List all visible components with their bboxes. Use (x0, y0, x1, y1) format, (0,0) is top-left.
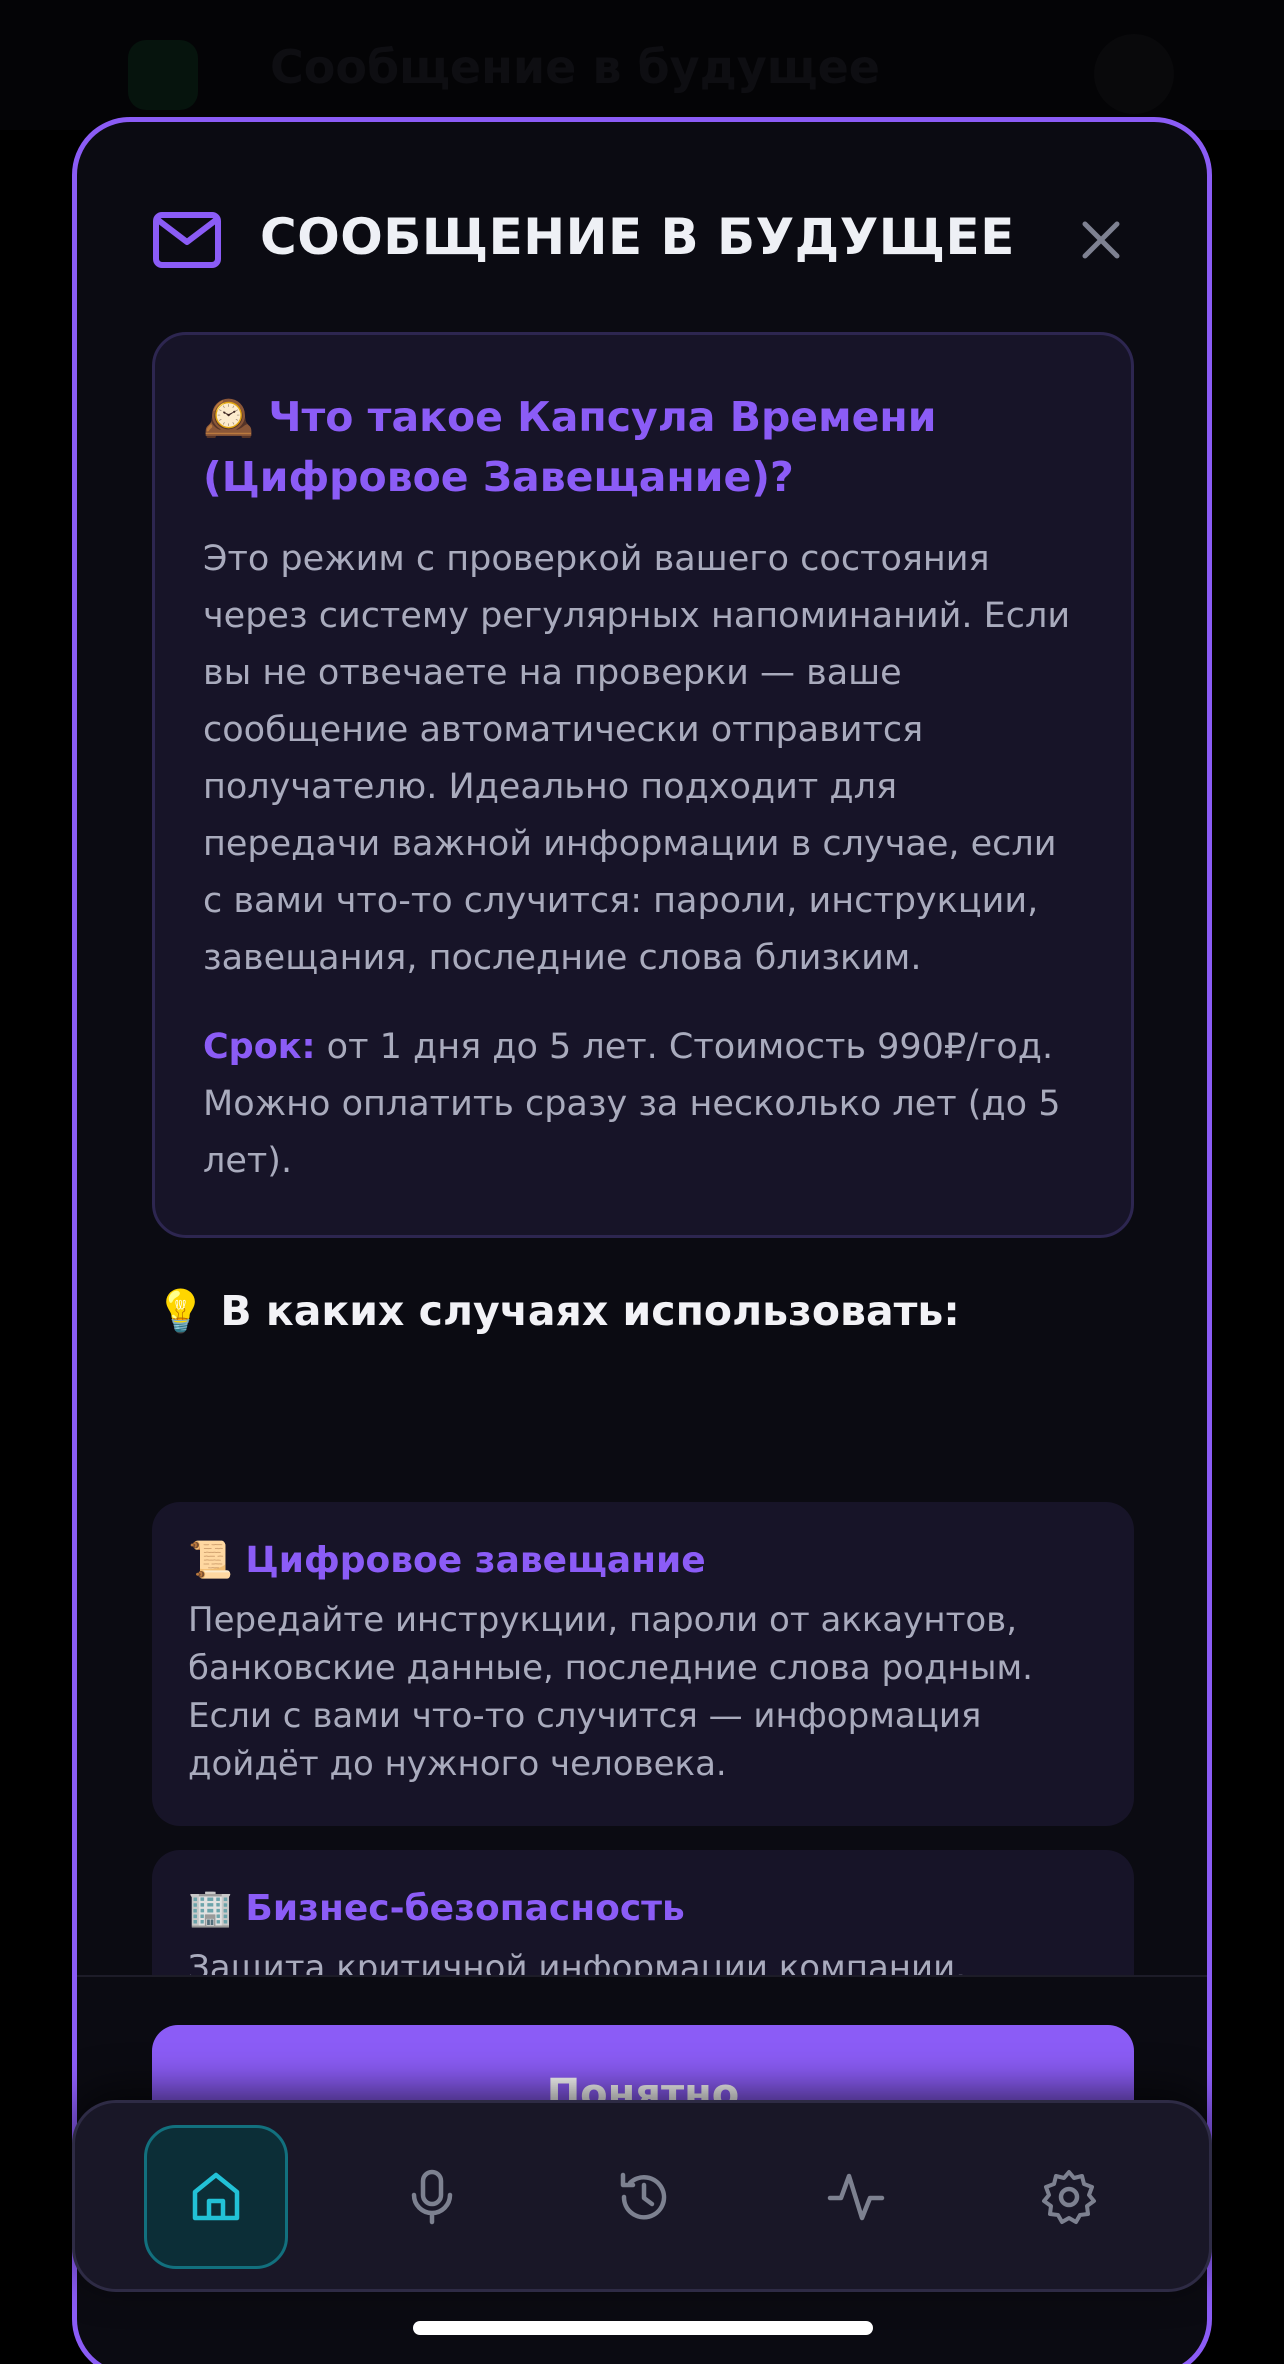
nav-home[interactable] (144, 2125, 288, 2269)
use-case-card: 🏢 Бизнес-безопасность Защита критичной и… (152, 1850, 1134, 1975)
activity-icon (827, 2173, 885, 2221)
modal-title: СООБЩЕНИЕ В БУДУЩЕЕ (260, 208, 1015, 266)
close-icon (1082, 221, 1120, 259)
info-card: 🕰️ Что такое Капсула Времени (Цифровое З… (152, 332, 1134, 1238)
microphone-icon (411, 2169, 453, 2225)
nav-voice[interactable] (360, 2125, 504, 2269)
bottom-navigation (72, 2100, 1212, 2292)
nav-activity[interactable] (784, 2125, 928, 2269)
avatar (1094, 34, 1174, 114)
scroll-icon: 📜 (188, 1540, 233, 1581)
use-case-title: 📜 Цифровое завещание (188, 1540, 706, 1581)
info-term: Срок: от 1 дня до 5 лет. Стоимость 990₽/… (203, 1019, 1083, 1190)
footer-divider (77, 1975, 1207, 1977)
office-building-icon: 🏢 (188, 1888, 233, 1929)
modal-header: СООБЩЕНИЕ В БУДУЩЕЕ (77, 122, 1207, 322)
term-text: от 1 дня до 5 лет. Стоимость 990₽/год. М… (203, 1027, 1061, 1181)
use-case-card: 📜 Цифровое завещание Передайте инструкци… (152, 1502, 1134, 1826)
info-title: 🕰️ Что такое Капсула Времени (Цифровое З… (203, 393, 937, 501)
future-message-modal: СООБЩЕНИЕ В БУДУЩЕЕ 🕰️ Что такое Капсула… (72, 117, 1212, 2364)
mail-icon (153, 212, 221, 268)
lightbulb-icon: 💡 (155, 1287, 207, 1335)
use-cases-heading: 💡 В каких случаях использовать: (155, 1287, 960, 1335)
info-description: Это режим с проверкой вашего состояния ч… (203, 539, 1071, 978)
settings-icon (1042, 2170, 1096, 2224)
modal-scroll-content[interactable]: 🕰️ Что такое Капсула Времени (Цифровое З… (77, 322, 1207, 1975)
home-icon (192, 2172, 240, 2221)
nav-settings[interactable] (997, 2125, 1141, 2269)
history-icon (620, 2172, 667, 2220)
clock-icon: 🕰️ (203, 393, 255, 441)
close-button[interactable] (1075, 214, 1127, 266)
background-title: Сообщение в будущее (270, 40, 880, 94)
app-logo (128, 40, 198, 110)
home-indicator[interactable] (413, 2321, 873, 2335)
nav-history[interactable] (572, 2125, 716, 2269)
use-case-text: Защита критичной информации компании. До… (188, 1948, 967, 1975)
app-screen: Сообщение в будущее СООБЩЕНИЕ В БУДУЩЕЕ … (0, 0, 1284, 2364)
use-case-title: 🏢 Бизнес-безопасность (188, 1888, 685, 1929)
use-case-text: Передайте инструкции, пароли от аккаунто… (188, 1600, 1033, 1784)
term-label: Срок: (203, 1027, 316, 1067)
background-header: Сообщение в будущее (0, 0, 1284, 130)
